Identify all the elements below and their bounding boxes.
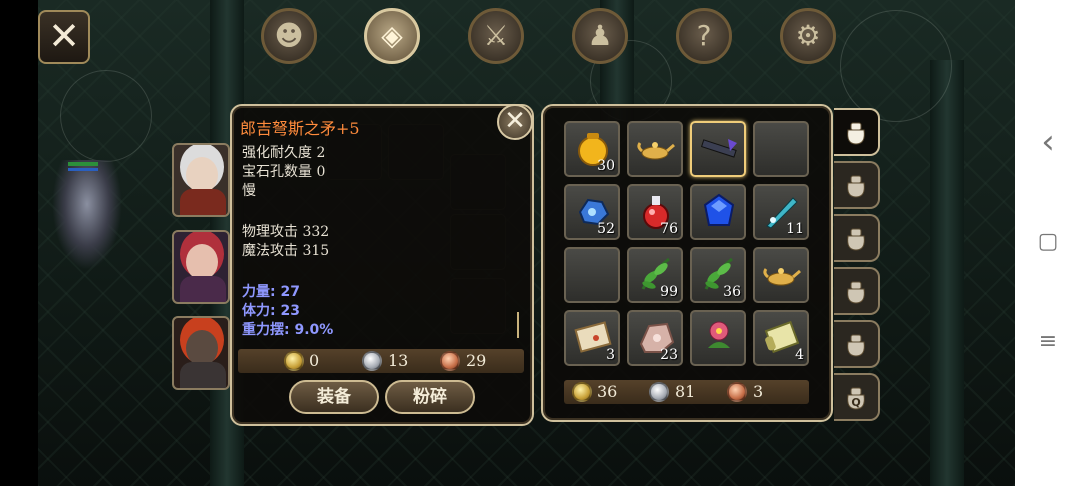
item-stack-count: 52 bbox=[597, 221, 615, 237]
party-portrait-red-hair[interactable] bbox=[172, 230, 230, 304]
item-price-copper: 29 bbox=[466, 351, 487, 370]
bag-page-tab[interactable]: Q bbox=[834, 373, 880, 421]
inventory-slot[interactable]: 23 bbox=[627, 310, 683, 366]
item-stat-stamina: 体力: 23 bbox=[242, 303, 300, 319]
bag-page-3-icon bbox=[842, 224, 870, 252]
inventory-slot[interactable] bbox=[627, 121, 683, 177]
gold-coin-icon bbox=[572, 382, 592, 402]
player-mp-bar bbox=[68, 168, 98, 171]
item-stack-count: 4 bbox=[795, 347, 804, 363]
inventory-slot[interactable]: 3 bbox=[564, 310, 620, 366]
bag-page-tab[interactable] bbox=[834, 161, 880, 209]
item-enhance-durability: 强化耐久度 2 bbox=[242, 145, 326, 161]
item-physical-attack: 物理攻击 332 bbox=[242, 224, 330, 240]
inventory-slot-empty[interactable] bbox=[753, 121, 809, 177]
inventory-slot[interactable] bbox=[753, 247, 809, 303]
back-button[interactable]: ‹ bbox=[1034, 125, 1062, 159]
sapphire-icon bbox=[700, 192, 738, 230]
smash-button[interactable]: 粉碎 bbox=[385, 380, 475, 414]
item-stack-count: 23 bbox=[660, 347, 678, 363]
bag-page-4-icon bbox=[842, 277, 870, 305]
bag-page-tab[interactable] bbox=[834, 108, 880, 156]
item-stack-count: 36 bbox=[723, 284, 741, 300]
equip-button[interactable]: 装备 bbox=[289, 380, 379, 414]
item-stat-strength: 力量: 27 bbox=[242, 284, 300, 300]
svg-text:Q: Q bbox=[851, 396, 860, 409]
home-button[interactable]: ▢ bbox=[1034, 228, 1062, 256]
inventory-slot[interactable]: 11 bbox=[753, 184, 809, 240]
magic-lamp-icon bbox=[637, 129, 675, 167]
item-stack-count: 30 bbox=[597, 158, 615, 174]
inventory-slot[interactable] bbox=[690, 121, 746, 177]
quest-bag-icon: Q bbox=[842, 383, 870, 411]
copper-coin-icon bbox=[440, 351, 460, 371]
inventory-slot[interactable]: 52 bbox=[564, 184, 620, 240]
item-stat-gravity: 重力摆: 9.0% bbox=[242, 322, 334, 338]
tab-character[interactable]: ☻ bbox=[261, 8, 317, 64]
item-magic-attack: 魔法攻击 315 bbox=[242, 243, 330, 259]
item-socket-count: 宝石孔数量 0 bbox=[242, 164, 326, 180]
letterbox-strip bbox=[0, 0, 38, 486]
inventory-slot-empty[interactable] bbox=[564, 247, 620, 303]
bag-page-tab[interactable] bbox=[834, 214, 880, 262]
silver-coin-icon bbox=[649, 382, 669, 402]
player-character-sprite[interactable] bbox=[52, 160, 122, 270]
party-portrait-masked[interactable] bbox=[172, 316, 230, 390]
game-scene: ✕ ☻ ◈ ⚔ ♟ ? ⚙ 郎吉弩斯之矛+5 强化耐久度 2 宝石孔数量 0 慢… bbox=[0, 0, 1015, 486]
flower-pot-icon bbox=[700, 318, 738, 356]
item-speed: 慢 bbox=[242, 183, 256, 199]
tab-inventory[interactable]: ◈ bbox=[364, 8, 420, 64]
tab-quests[interactable]: ? bbox=[676, 8, 732, 64]
bag-icon: ◈ bbox=[381, 19, 403, 52]
wallet-gold: 36 bbox=[597, 382, 618, 401]
bag-page-2-icon bbox=[842, 171, 870, 199]
wallet-silver: 81 bbox=[675, 382, 696, 401]
inventory-slot[interactable]: 36 bbox=[690, 247, 746, 303]
party-portrait-white-hair[interactable] bbox=[172, 143, 230, 217]
inventory-slot[interactable]: 4 bbox=[753, 310, 809, 366]
item-price-gold: 0 bbox=[309, 351, 320, 370]
cobweb-decoration bbox=[60, 70, 152, 162]
pillar-decoration bbox=[930, 60, 964, 486]
tab-skills[interactable]: ⚔ bbox=[468, 8, 524, 64]
bag-page-1-icon bbox=[842, 118, 870, 146]
item-stack-count: 76 bbox=[660, 221, 678, 237]
inventory-slot[interactable] bbox=[690, 184, 746, 240]
item-stack-count: 3 bbox=[606, 347, 615, 363]
silver-coin-icon bbox=[362, 351, 382, 371]
tab-party[interactable]: ♟ bbox=[572, 8, 628, 64]
spear-icon bbox=[700, 129, 738, 167]
inventory-slot[interactable]: 30 bbox=[564, 121, 620, 177]
bag-page-tab[interactable] bbox=[834, 320, 880, 368]
item-stack-count: 99 bbox=[660, 284, 678, 300]
player-hp-bar bbox=[68, 162, 98, 166]
quest-scroll-icon: ? bbox=[696, 19, 712, 52]
head-icon: ☻ bbox=[274, 19, 304, 52]
wallet-copper: 3 bbox=[753, 382, 764, 401]
tooltip-scrollbar[interactable] bbox=[517, 312, 519, 338]
cobweb-decoration bbox=[840, 10, 952, 122]
gear-icon: ⚙ bbox=[795, 19, 821, 52]
item-price-silver: 13 bbox=[388, 351, 409, 370]
party-icon: ♟ bbox=[587, 19, 613, 52]
magic-lamp-icon bbox=[763, 255, 801, 293]
item-stack-count: 11 bbox=[786, 221, 804, 237]
recents-button[interactable]: ≡ bbox=[1034, 328, 1062, 356]
inventory-slot[interactable]: 76 bbox=[627, 184, 683, 240]
bag-page-tab[interactable] bbox=[834, 267, 880, 315]
close-tooltip-button[interactable]: ✕ bbox=[497, 104, 533, 140]
gold-coin-icon bbox=[284, 351, 304, 371]
sword-icon: ⚔ bbox=[483, 19, 509, 52]
inventory-slot[interactable]: 99 bbox=[627, 247, 683, 303]
bag-page-5-icon bbox=[842, 330, 870, 358]
item-name: 郎吉弩斯之矛+5 bbox=[240, 119, 360, 138]
copper-coin-icon bbox=[727, 382, 747, 402]
inventory-slot[interactable] bbox=[690, 310, 746, 366]
close-menu-button[interactable]: ✕ bbox=[38, 10, 90, 64]
tab-settings[interactable]: ⚙ bbox=[780, 8, 836, 64]
